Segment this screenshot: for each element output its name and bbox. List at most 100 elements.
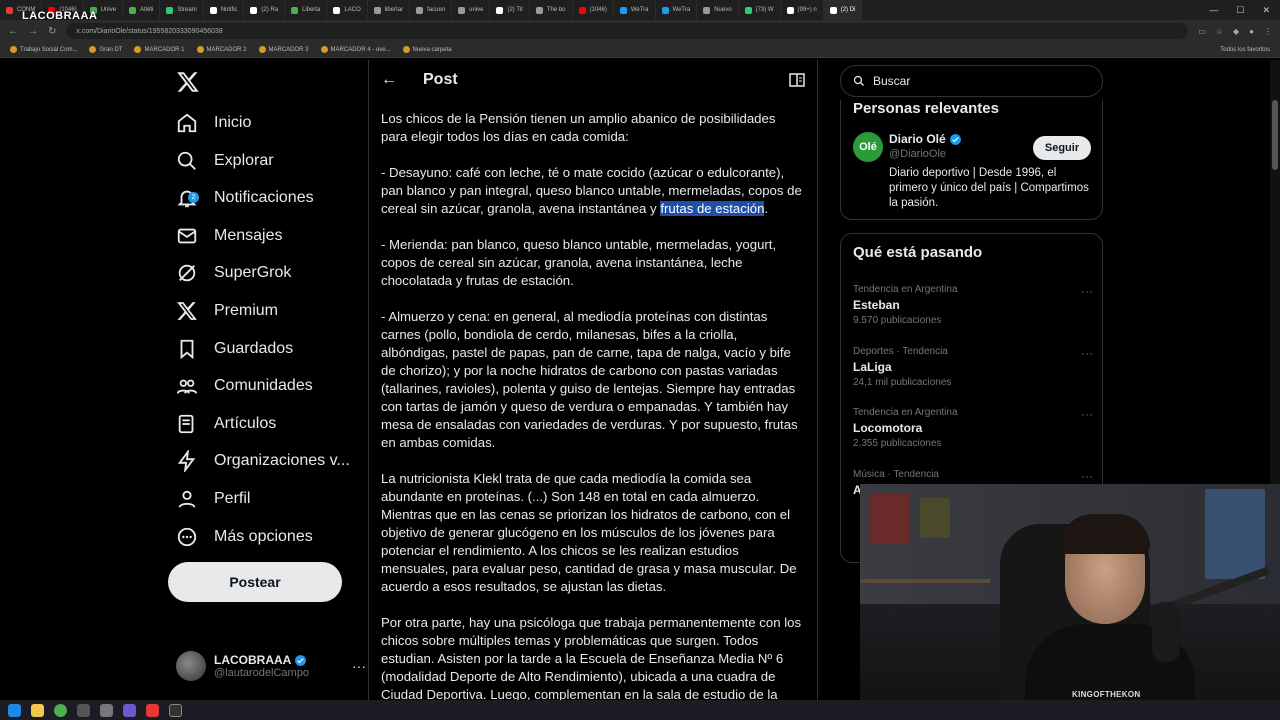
relevant-account-name[interactable]: Diario Olé xyxy=(889,132,962,146)
cast-icon[interactable]: ▭ xyxy=(1198,27,1206,36)
sidebar-item-perfil[interactable]: Perfil xyxy=(176,480,250,518)
address-bar[interactable]: x.com/DiarioOle/status/19558203330904560… xyxy=(66,23,1189,39)
browser-tab[interactable]: Stream xyxy=(160,0,204,20)
sidebar-item-mensajes[interactable]: Mensajes xyxy=(176,217,282,255)
tab-label: (2) Di xyxy=(840,7,856,13)
browser-toolbar: ← → ↻ x.com/DiarioOle/status/19558203330… xyxy=(0,20,1280,42)
browser-tab[interactable]: WeTra xyxy=(656,0,698,20)
browser-tab[interactable]: (2) Di xyxy=(823,0,863,20)
browser-tab[interactable]: Atléti xyxy=(123,0,161,20)
more-dots-icon[interactable]: ··· xyxy=(352,658,366,674)
reader-mode-icon[interactable] xyxy=(789,73,805,87)
menu-icon[interactable]: ⋮ xyxy=(1264,27,1272,36)
app-icon[interactable] xyxy=(77,703,90,717)
browser-tab[interactable]: Liberta xyxy=(285,0,328,20)
account-switcher[interactable]: LACOBRAAA @lautarodelCampo ··· xyxy=(176,648,366,684)
follow-button[interactable]: Seguir xyxy=(1033,136,1091,160)
bookmark-item[interactable]: Trabajo Social Com... xyxy=(10,46,77,53)
bookmark-item[interactable]: MARCADOR 1 xyxy=(134,46,185,53)
search-input[interactable]: Buscar xyxy=(840,65,1103,97)
all-bookmarks[interactable]: Todos los favoritos xyxy=(1220,47,1270,53)
more-dots-icon[interactable]: ··· xyxy=(1081,346,1093,360)
sidebar-item-guardados[interactable]: Guardados xyxy=(176,330,293,368)
app-icon[interactable] xyxy=(100,703,113,717)
tab-label: unive xyxy=(469,7,484,13)
sidebar-item-más-opciones[interactable]: Más opciones xyxy=(176,518,313,556)
tab-favicon-icon xyxy=(786,6,794,14)
browser-tab[interactable]: The bo xyxy=(530,0,573,20)
bookmark-item[interactable]: MARCADOR 4 - ove... xyxy=(320,46,391,53)
sidebar-item-label: Organizaciones v... xyxy=(214,452,350,470)
back-arrow-icon[interactable]: ← xyxy=(381,71,397,89)
bookmark-icon xyxy=(176,338,198,360)
relevant-people-title: Personas relevantes xyxy=(853,100,999,117)
sidebar-item-label: Explorar xyxy=(214,151,274,169)
browser-tab[interactable]: WeTra xyxy=(614,0,656,20)
browser-tab[interactable]: libertar xyxy=(368,0,411,20)
bookmark-item[interactable]: MARCADOR 3 xyxy=(258,46,309,53)
app-icon[interactable] xyxy=(146,703,159,717)
sidebar-item-artículos[interactable]: Artículos xyxy=(176,405,276,443)
app-icon[interactable] xyxy=(123,703,136,717)
post-paragraph: - Merienda: pan blanco, queso blanco unt… xyxy=(381,237,780,288)
maximize-icon[interactable]: ☐ xyxy=(1236,5,1244,16)
webcam-overlay: KINGOFTHEKON xyxy=(860,484,1280,720)
browser-tab[interactable]: (1046) xyxy=(573,0,614,20)
trend-item[interactable]: Tendencia en Argentina Esteban 9.570 publi… xyxy=(853,284,1093,326)
profile-icon[interactable]: ● xyxy=(1249,27,1254,36)
browser-tab[interactable]: (2) Ra xyxy=(244,0,286,20)
trend-item[interactable]: Deportes · Tendencia LaLiga 24,1 mil publi… xyxy=(853,346,1093,388)
post-header: ← Post xyxy=(369,60,817,100)
selected-text: frutas de estación xyxy=(660,201,765,216)
bookmark-item[interactable]: Nueva carpeta xyxy=(402,46,452,53)
browser-tab[interactable]: (2) Tit xyxy=(490,0,530,20)
sidebar-item-supergrok[interactable]: SuperGrok xyxy=(176,254,291,292)
browser-tab[interactable]: LACO xyxy=(327,0,368,20)
trend-item[interactable]: Tendencia en Argentina Locomotora 2.355 pu… xyxy=(853,407,1093,449)
post-button[interactable]: Postear xyxy=(168,562,342,602)
bookmark-icon xyxy=(10,46,17,53)
windows-start-icon[interactable] xyxy=(8,703,21,717)
sidebar-item-explorar[interactable]: Explorar xyxy=(176,142,274,180)
sidebar-item-notificaciones[interactable]: 2 Notificaciones xyxy=(176,179,314,217)
browser-tab[interactable]: Nuevo xyxy=(697,0,739,20)
bookmark-item[interactable]: Gran DT xyxy=(89,46,122,53)
tab-label: The bo xyxy=(546,7,566,13)
browser-tab[interactable]: facuen xyxy=(410,0,453,20)
minimize-icon[interactable]: — xyxy=(1209,5,1218,16)
sidebar-item-inicio[interactable]: Inicio xyxy=(176,104,251,142)
app-icon[interactable] xyxy=(169,703,182,717)
bookmark-label: MARCADOR 3 xyxy=(268,46,309,53)
chrome-icon[interactable] xyxy=(54,703,67,717)
more-dots-icon[interactable]: ··· xyxy=(1081,284,1093,298)
forward-nav-icon[interactable]: → xyxy=(28,26,38,37)
more-dots-icon[interactable]: ··· xyxy=(1081,469,1093,483)
more-circle-icon xyxy=(176,526,198,548)
extensions-icon[interactable]: ◆ xyxy=(1233,27,1239,36)
star-icon[interactable]: ☆ xyxy=(1216,27,1223,36)
scroll-thumb[interactable] xyxy=(1272,100,1278,170)
post-paragraph: - Almuerzo y cena: en general, al mediod… xyxy=(381,309,802,450)
x-logo-icon[interactable] xyxy=(176,70,200,94)
tab-favicon-icon xyxy=(6,6,13,14)
close-icon[interactable]: ✕ xyxy=(1262,5,1270,16)
sidebar-item-organizaciones-v[interactable]: Organizaciones v... xyxy=(176,442,350,480)
browser-tab[interactable]: (99+) n xyxy=(781,0,824,20)
bookmark-item[interactable]: MARCADOR 2 xyxy=(196,46,247,53)
back-nav-icon[interactable]: ← xyxy=(8,26,18,37)
diario-ole-avatar[interactable]: Olé xyxy=(853,132,883,162)
tab-label: facuen xyxy=(427,7,446,13)
tab-label: (2) Ra xyxy=(261,7,279,13)
os-taskbar xyxy=(0,700,1280,720)
sidebar-item-premium[interactable]: Premium xyxy=(176,292,278,330)
home-icon xyxy=(176,112,198,134)
more-dots-icon[interactable]: ··· xyxy=(1081,407,1093,421)
browser-tab[interactable]: Notific xyxy=(204,0,245,20)
browser-tab[interactable]: (73) W xyxy=(739,0,781,20)
browser-tab[interactable]: unive xyxy=(452,0,491,20)
folder-icon[interactable] xyxy=(31,703,44,717)
trending-title: Qué está pasando xyxy=(853,244,983,261)
bookmark-label: MARCADOR 1 xyxy=(144,46,185,53)
sidebar-item-comunidades[interactable]: Comunidades xyxy=(176,367,313,405)
reload-icon[interactable]: ↻ xyxy=(48,26,56,37)
